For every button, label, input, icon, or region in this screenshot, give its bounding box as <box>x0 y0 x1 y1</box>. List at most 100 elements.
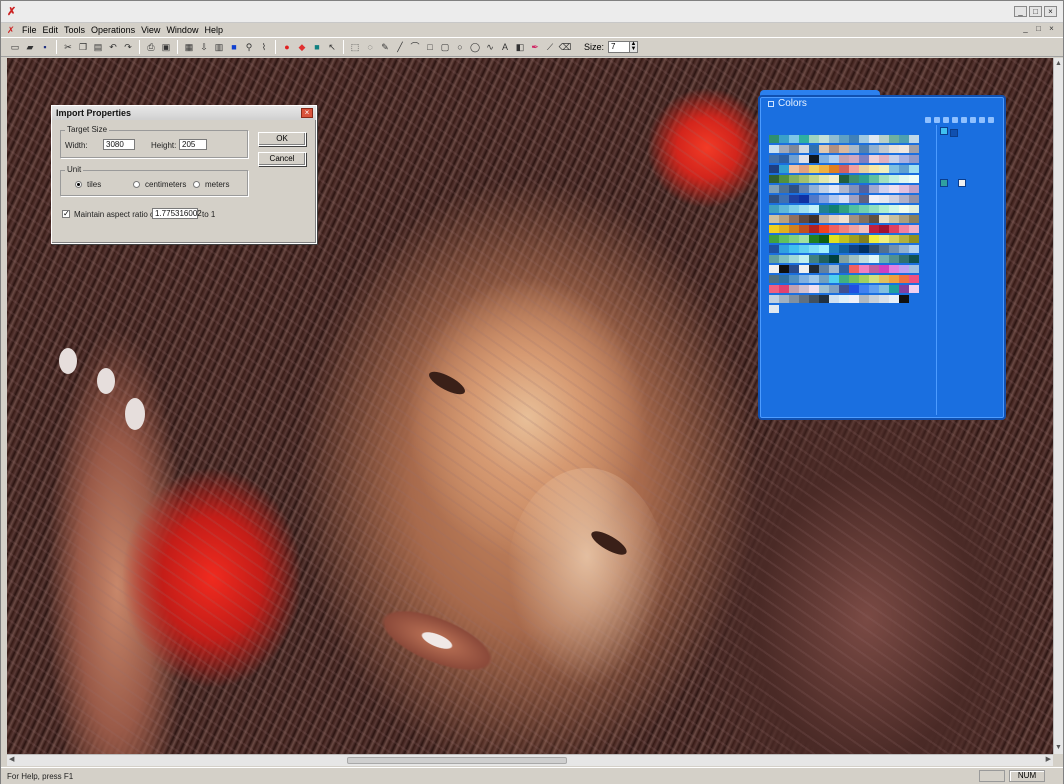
stitch-icon[interactable]: ⌇ <box>258 41 270 53</box>
color-swatch[interactable] <box>839 285 849 293</box>
color-swatch[interactable] <box>869 165 879 173</box>
color-swatch[interactable] <box>779 305 789 313</box>
color-swatch[interactable] <box>869 155 879 163</box>
menu-help[interactable]: Help <box>204 25 229 35</box>
color-swatch[interactable] <box>839 275 849 283</box>
color-swatch[interactable] <box>839 225 849 233</box>
color-swatch[interactable] <box>829 185 839 193</box>
palette-tool-icon[interactable] <box>979 117 985 123</box>
color-swatch[interactable] <box>859 155 869 163</box>
color-swatch[interactable] <box>799 195 809 203</box>
color-swatch[interactable] <box>869 185 879 193</box>
color-swatch[interactable] <box>849 205 859 213</box>
color-swatch[interactable] <box>839 245 849 253</box>
color-swatch[interactable] <box>879 275 889 283</box>
selected-color-swatch[interactable] <box>950 129 958 137</box>
fill-icon[interactable]: ◧ <box>514 41 526 53</box>
color-swatch[interactable] <box>859 265 869 273</box>
color-swatch[interactable] <box>839 305 849 313</box>
ellipse-icon[interactable]: ○ <box>454 41 466 53</box>
color-swatch[interactable] <box>789 185 799 193</box>
color-swatch[interactable] <box>809 145 819 153</box>
arrow-cursor-icon[interactable]: ↖ <box>326 41 338 53</box>
image-icon[interactable]: ▦ <box>183 41 195 53</box>
color-swatch[interactable] <box>839 235 849 243</box>
color-swatch[interactable] <box>799 255 809 263</box>
color-swatch[interactable] <box>769 295 779 303</box>
redo-icon[interactable]: ↷ <box>122 41 134 53</box>
color-swatch[interactable] <box>859 275 869 283</box>
color-swatch[interactable] <box>839 205 849 213</box>
color-swatch[interactable] <box>899 225 909 233</box>
color-swatch[interactable] <box>829 135 839 143</box>
color-swatch[interactable] <box>779 175 789 183</box>
color-swatch[interactable] <box>889 155 899 163</box>
color-swatch[interactable] <box>909 265 919 273</box>
color-swatch[interactable] <box>879 175 889 183</box>
color-swatch[interactable] <box>829 285 839 293</box>
color-swatch[interactable] <box>819 305 829 313</box>
color-swatch[interactable] <box>869 205 879 213</box>
color-swatch[interactable] <box>849 285 859 293</box>
color-swatch[interactable] <box>849 225 859 233</box>
color-swatch[interactable] <box>879 245 889 253</box>
color-swatch[interactable] <box>829 275 839 283</box>
color-swatch[interactable] <box>779 255 789 263</box>
color-swatch[interactable] <box>779 235 789 243</box>
color-swatch[interactable] <box>909 245 919 253</box>
color-swatch[interactable] <box>839 135 849 143</box>
color-swatch[interactable] <box>899 205 909 213</box>
copy-icon[interactable]: ❐ <box>77 41 89 53</box>
scroll-up-icon[interactable]: ▲ <box>1055 60 1062 68</box>
color-swatch[interactable] <box>809 305 819 313</box>
color-swatch[interactable] <box>779 165 789 173</box>
color-swatch[interactable] <box>809 185 819 193</box>
color-swatch[interactable] <box>769 305 779 313</box>
color-swatch[interactable] <box>849 275 859 283</box>
save-icon[interactable]: ▪ <box>39 41 51 53</box>
color-swatch[interactable] <box>819 245 829 253</box>
menu-tools[interactable]: Tools <box>64 25 91 35</box>
aspect-ratio-field[interactable]: 1.775316002 <box>152 208 202 219</box>
color-swatch[interactable] <box>829 155 839 163</box>
pattern-icon[interactable]: ▥ <box>213 41 225 53</box>
color-swatch[interactable] <box>789 285 799 293</box>
color-swatch[interactable] <box>909 145 919 153</box>
color-swatch[interactable] <box>849 245 859 253</box>
color-swatch[interactable] <box>909 235 919 243</box>
unit-meters-radio[interactable] <box>193 181 200 188</box>
color-swatch[interactable] <box>789 275 799 283</box>
color-swatch[interactable] <box>809 225 819 233</box>
selected-color-swatch[interactable] <box>940 127 948 135</box>
color-swatch[interactable] <box>839 145 849 153</box>
select-icon[interactable]: ⬚ <box>349 41 361 53</box>
color-swatch[interactable] <box>869 235 879 243</box>
menu-file[interactable]: File <box>22 25 43 35</box>
color-swatch[interactable] <box>799 185 809 193</box>
square-icon[interactable]: ▢ <box>439 41 451 53</box>
color-swatch[interactable] <box>889 255 899 263</box>
color-swatch[interactable] <box>839 215 849 223</box>
ok-button[interactable]: OK <box>258 132 306 146</box>
color-swatch[interactable] <box>899 295 909 303</box>
color-swatch[interactable] <box>829 305 839 313</box>
color-swatch[interactable] <box>909 255 919 263</box>
color-swatch[interactable] <box>769 265 779 273</box>
color-swatch[interactable] <box>789 205 799 213</box>
color-swatch[interactable] <box>839 265 849 273</box>
cancel-button[interactable]: Cancel <box>258 152 306 166</box>
color-swatch[interactable] <box>779 135 789 143</box>
color-swatch[interactable] <box>859 175 869 183</box>
color-swatch[interactable] <box>829 265 839 273</box>
color-swatch[interactable] <box>869 275 879 283</box>
paste-icon[interactable]: ▤ <box>92 41 104 53</box>
color-swatch[interactable] <box>799 285 809 293</box>
unit-centimeters-radio[interactable] <box>133 181 140 188</box>
color-swatch[interactable] <box>879 225 889 233</box>
color-swatch[interactable] <box>809 135 819 143</box>
scroll-right-icon[interactable]: ▶ <box>1046 756 1051 764</box>
color-swatch[interactable] <box>899 175 909 183</box>
eraser-icon[interactable]: ⌫ <box>559 41 572 53</box>
color-swatch[interactable] <box>829 145 839 153</box>
color-swatch[interactable] <box>879 305 889 313</box>
